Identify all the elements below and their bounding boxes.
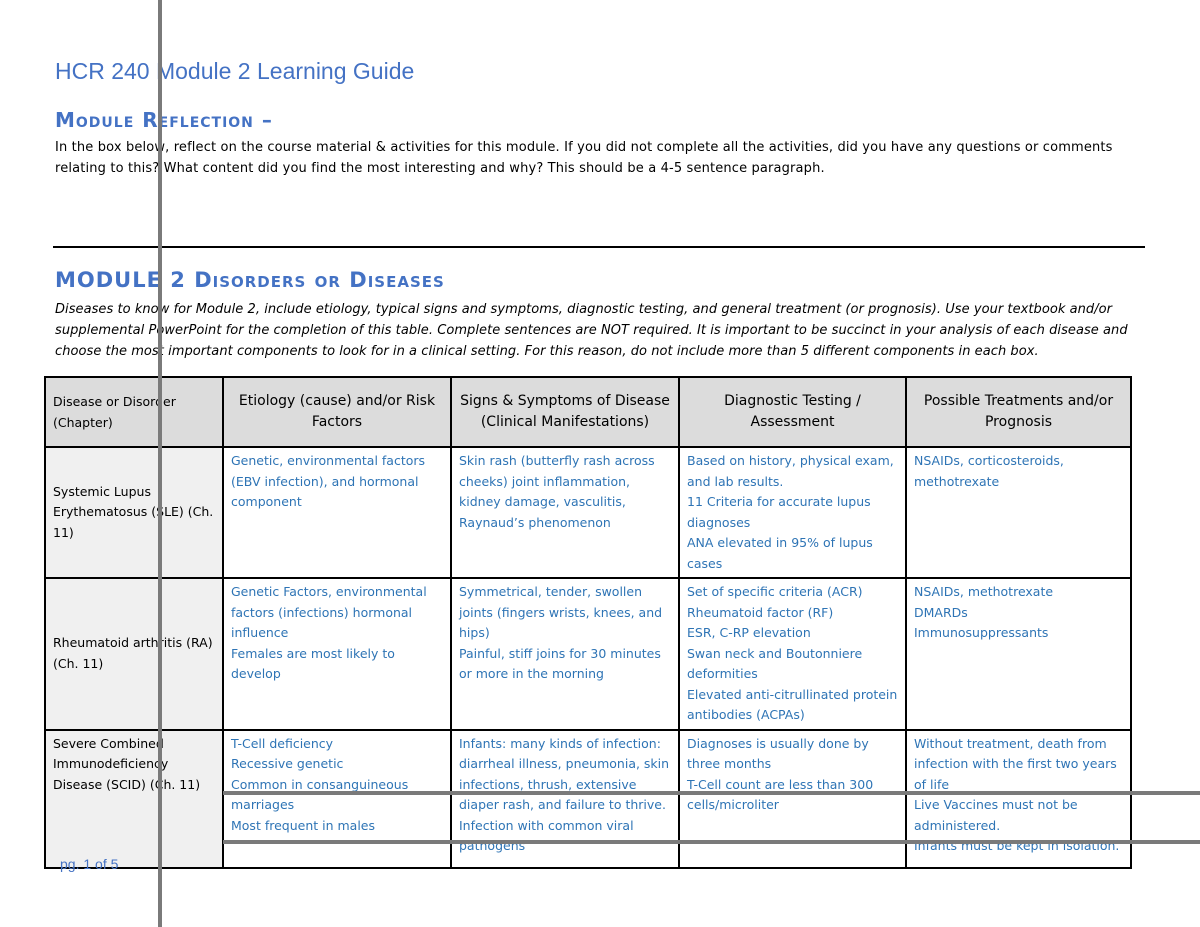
diagnostics-cell[interactable]: Set of specific criteria (ACR) Rheumatoid… [678, 577, 907, 731]
disorders-heading: MODULE 2 Disorders or Diseases [55, 268, 445, 292]
diagnostics-entry: Swan neck and Boutonniere deformities [687, 645, 863, 682]
document-title: HCR 240 Module 2 Learning Guide [55, 58, 415, 84]
etiology-cell[interactable]: Genetic, environmental factors (EBV infe… [222, 446, 452, 579]
diagnostics-entry: ESR, C-RP elevation [687, 625, 811, 640]
signs-cell[interactable]: Symmetrical, tender, swollen joints (fin… [450, 577, 680, 731]
diagnostics-entry: Elevated anti-citrullinated protein anti… [687, 686, 898, 723]
etiology-entry: Genetic, environmental factors (EBV infe… [231, 453, 426, 509]
etiology-cell[interactable]: T-Cell deficiency Recessive genetic Common… [222, 728, 452, 869]
horizontal-guide-line [223, 791, 1200, 795]
disease-name-cell: Severe Combined Immunodeficiency Disease… [44, 728, 224, 869]
table-row: Severe Combined Immunodeficiency Disease… [44, 728, 1132, 869]
etiology-cell[interactable]: Genetic Factors, environmental factors (… [222, 577, 452, 731]
signs-entry: Infants: many kinds of infection: diarrh… [459, 735, 670, 813]
treatment-cell[interactable]: NSAIDs, methotrexate DMARDs Immunosuppress… [905, 577, 1132, 731]
treatment-entry: Without treatment, death from infection … [914, 735, 1117, 792]
treatment-cell[interactable]: Without treatment, death from infection … [905, 728, 1132, 869]
diagnostics-entry: ANA elevated in 95% of lupus cases [687, 535, 873, 571]
signs-entry: Symmetrical, tender, swollen joints (fin… [459, 584, 663, 640]
signs-entry: Painful, stiff joins for 30 minutes or m… [459, 645, 661, 682]
treatment-entry: Immunosuppressants [914, 625, 1049, 640]
reflection-heading: Module Reflection – [55, 108, 273, 132]
disease-name-cell: Rheumatoid arthritis (RA) (Ch. 11) [44, 577, 224, 731]
etiology-entry: Genetic Factors, environmental factors (… [231, 584, 427, 640]
header-diagnostics: Diagnostic Testing / Assessment [678, 376, 907, 448]
diagnostics-cell[interactable]: Based on history, physical exam, and lab… [678, 446, 907, 579]
treatment-entry: Live Vaccines must not be administered. [914, 797, 1078, 833]
page-indicator: pg. 1 of 5 [60, 856, 119, 872]
diagnostics-entry: T-Cell count are less than 300 cells/mic… [687, 776, 874, 813]
table-row: Rheumatoid arthritis (RA) (Ch. 11) Geneti… [44, 577, 1132, 731]
signs-cell[interactable]: Skin rash (butterfly rash across cheeks)… [450, 446, 680, 579]
diagnostics-entry: Set of specific criteria (ACR) [687, 584, 863, 599]
treatment-entry: NSAIDs, methotrexate [914, 584, 1054, 599]
treatment-cell[interactable]: NSAIDs, corticosteroids, methotrexate [905, 446, 1132, 579]
diagnostics-cell[interactable]: Diagnoses is usually done by three month… [678, 728, 907, 869]
diagnostics-entry: Diagnoses is usually done by three month… [687, 735, 869, 772]
etiology-entry: Recessive genetic [231, 756, 344, 771]
etiology-entry: Most frequent in males [231, 817, 376, 833]
treatment-entry: DMARDs [914, 604, 968, 620]
reflection-instructions: In the box below, reflect on the course … [55, 140, 1113, 176]
diagnostics-entry: Rheumatoid factor (RF) [687, 604, 834, 620]
header-treatment: Possible Treatments and/or Prognosis [905, 376, 1132, 448]
diagnostics-entry: 11 Criteria for accurate lupus diagnoses [687, 494, 871, 530]
reflection-answer-divider [53, 246, 1145, 248]
header-etiology: Etiology (cause) and/or Risk Factors [222, 376, 452, 448]
signs-cell[interactable]: Infants: many kinds of infection: diarrh… [450, 728, 680, 869]
disease-name-cell: Systemic Lupus Erythematosus (SLE) (Ch. … [44, 446, 224, 579]
header-signs: Signs & Symptoms of Disease (Clinical Ma… [450, 376, 680, 448]
treatment-entry: NSAIDs, corticosteroids, methotrexate [914, 453, 1064, 489]
etiology-entry: T-Cell deficiency [231, 735, 334, 751]
table-row: Systemic Lupus Erythematosus (SLE) (Ch. … [44, 446, 1132, 579]
etiology-entry: Common in consanguineous marriages [231, 776, 409, 813]
table-header-row: Disease or Disorder (Chapter) Etiology (… [44, 376, 1132, 448]
signs-entry: Skin rash (butterfly rash across cheeks)… [459, 453, 655, 530]
header-disease: Disease or Disorder (Chapter) [44, 376, 224, 448]
vertical-guide-line [158, 0, 162, 927]
diagnostics-entry: Based on history, physical exam, and lab… [687, 453, 894, 489]
etiology-entry: Females are most likely to develop [231, 645, 395, 682]
signs-entry: Infection with common viral pathogens [459, 817, 634, 854]
disorders-instructions: Diseases to know for Module 2, include e… [55, 302, 1128, 359]
horizontal-guide-line [223, 840, 1200, 844]
